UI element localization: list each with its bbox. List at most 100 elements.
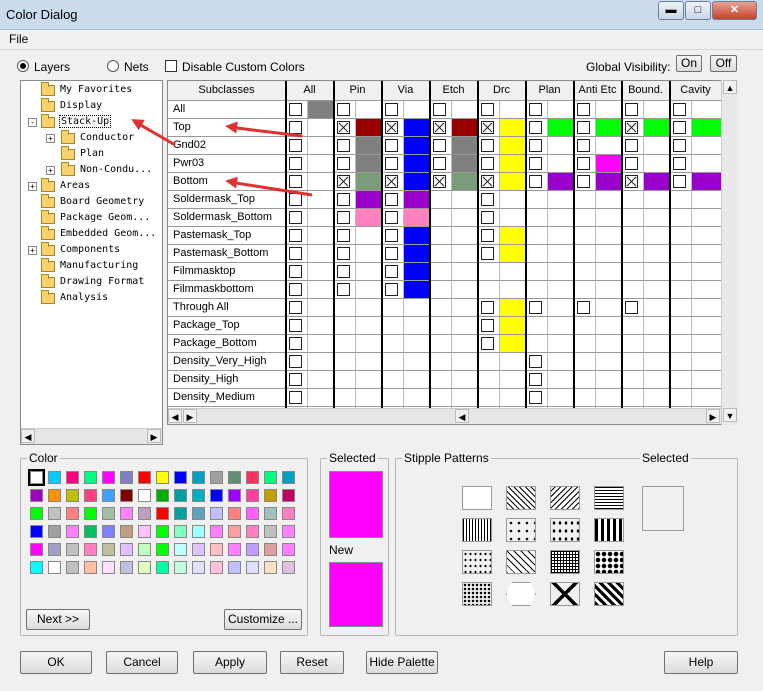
palette-color-swatch[interactable] <box>102 471 115 484</box>
color-cell[interactable] <box>548 389 574 407</box>
scroll-right-icon[interactable]: ▶ <box>183 409 197 423</box>
palette-color-swatch[interactable] <box>246 507 259 520</box>
palette-color-swatch[interactable] <box>192 525 205 538</box>
color-cell[interactable] <box>644 119 670 137</box>
visibility-checkbox[interactable] <box>673 103 686 116</box>
row-label-density-very-high[interactable]: Density_Very_High <box>168 353 286 371</box>
color-cell[interactable] <box>596 227 622 245</box>
row-label-package-bottom[interactable]: Package_Bottom <box>168 335 286 353</box>
color-cell[interactable] <box>404 371 430 389</box>
visibility-cell[interactable] <box>670 299 692 317</box>
visibility-cell[interactable] <box>286 173 308 191</box>
visibility-checkbox[interactable] <box>625 103 638 116</box>
visibility-checkbox[interactable] <box>481 121 494 134</box>
palette-color-swatch[interactable] <box>156 489 169 502</box>
color-cell[interactable] <box>356 227 382 245</box>
color-cell[interactable] <box>596 245 622 263</box>
color-cell[interactable] <box>692 263 722 281</box>
visibility-cell[interactable] <box>526 227 548 245</box>
color-cell[interactable] <box>644 245 670 263</box>
palette-color-swatch[interactable] <box>138 489 151 502</box>
visibility-cell[interactable] <box>526 173 548 191</box>
visibility-checkbox[interactable] <box>481 229 494 242</box>
stipple-pattern-option[interactable] <box>462 550 492 574</box>
scroll-left-icon[interactable]: ◀ <box>455 409 469 423</box>
color-cell[interactable] <box>548 245 574 263</box>
color-cell[interactable] <box>404 389 430 407</box>
visibility-cell[interactable] <box>382 245 404 263</box>
color-cell[interactable] <box>308 245 334 263</box>
disable-custom-colors-checkbox[interactable] <box>165 60 177 72</box>
visibility-cell[interactable] <box>478 353 500 371</box>
visibility-cell[interactable] <box>622 281 644 299</box>
visibility-cell[interactable] <box>622 209 644 227</box>
visibility-checkbox[interactable] <box>289 229 302 242</box>
visibility-cell[interactable] <box>670 173 692 191</box>
visibility-cell[interactable] <box>430 245 452 263</box>
color-cell[interactable] <box>356 263 382 281</box>
visibility-checkbox[interactable] <box>337 265 350 278</box>
visibility-cell[interactable] <box>670 263 692 281</box>
visibility-cell[interactable] <box>574 137 596 155</box>
color-cell[interactable] <box>596 101 622 119</box>
stipple-pattern-option[interactable] <box>594 518 624 542</box>
visibility-cell[interactable] <box>478 281 500 299</box>
grid-hscrollbar[interactable]: ◀ ▶ ◀ ▶ <box>168 408 722 424</box>
palette-color-swatch[interactable] <box>120 507 133 520</box>
color-cell[interactable] <box>548 317 574 335</box>
scroll-left-icon[interactable]: ◀ <box>21 429 35 443</box>
visibility-cell[interactable] <box>478 227 500 245</box>
visibility-cell[interactable] <box>382 137 404 155</box>
color-cell[interactable] <box>548 173 574 191</box>
visibility-cell[interactable] <box>622 173 644 191</box>
visibility-cell[interactable] <box>334 335 356 353</box>
color-cell[interactable] <box>404 101 430 119</box>
color-cell[interactable] <box>356 353 382 371</box>
visibility-checkbox[interactable] <box>385 229 398 242</box>
visibility-cell[interactable] <box>334 371 356 389</box>
visibility-checkbox[interactable] <box>289 157 302 170</box>
color-cell[interactable] <box>404 317 430 335</box>
visibility-checkbox[interactable] <box>577 121 590 134</box>
visibility-cell[interactable] <box>478 137 500 155</box>
visibility-cell[interactable] <box>430 317 452 335</box>
visibility-cell[interactable] <box>574 209 596 227</box>
color-cell[interactable] <box>404 281 430 299</box>
close-button[interactable]: ✕ <box>712 1 757 20</box>
layers-radio[interactable] <box>17 60 29 72</box>
stipple-pattern-option[interactable] <box>462 582 492 606</box>
visibility-cell[interactable] <box>622 317 644 335</box>
visibility-cell[interactable] <box>286 155 308 173</box>
color-cell[interactable] <box>644 353 670 371</box>
color-cell[interactable] <box>356 119 382 137</box>
palette-color-swatch[interactable] <box>30 525 43 538</box>
color-cell[interactable] <box>500 155 526 173</box>
palette-color-swatch[interactable] <box>120 561 133 574</box>
visibility-checkbox[interactable] <box>529 103 542 116</box>
palette-color-swatch[interactable] <box>210 489 223 502</box>
row-label-filmmaskbottom[interactable]: Filmmaskbottom <box>168 281 286 299</box>
global-off-button[interactable]: Off <box>710 55 737 72</box>
color-cell[interactable] <box>356 389 382 407</box>
visibility-checkbox[interactable] <box>289 103 302 116</box>
visibility-cell[interactable] <box>478 371 500 389</box>
color-cell[interactable] <box>404 209 430 227</box>
palette-color-swatch[interactable] <box>192 507 205 520</box>
visibility-checkbox[interactable] <box>289 283 302 296</box>
palette-color-swatch[interactable] <box>228 507 241 520</box>
visibility-cell[interactable] <box>334 299 356 317</box>
visibility-checkbox[interactable] <box>289 337 302 350</box>
palette-color-swatch[interactable] <box>228 489 241 502</box>
visibility-checkbox[interactable] <box>529 139 542 152</box>
visibility-cell[interactable] <box>574 281 596 299</box>
color-cell[interactable] <box>644 389 670 407</box>
stipple-pattern-option[interactable] <box>462 518 492 542</box>
visibility-checkbox[interactable] <box>433 103 446 116</box>
color-cell[interactable] <box>356 101 382 119</box>
visibility-checkbox[interactable] <box>577 157 590 170</box>
class-tree[interactable]: My Favorites Display - Stack-Up + Conduc… <box>20 80 163 445</box>
expand-icon[interactable]: + <box>46 134 55 143</box>
visibility-cell[interactable] <box>670 353 692 371</box>
color-cell[interactable] <box>596 137 622 155</box>
stipple-pattern-option[interactable] <box>594 582 624 606</box>
